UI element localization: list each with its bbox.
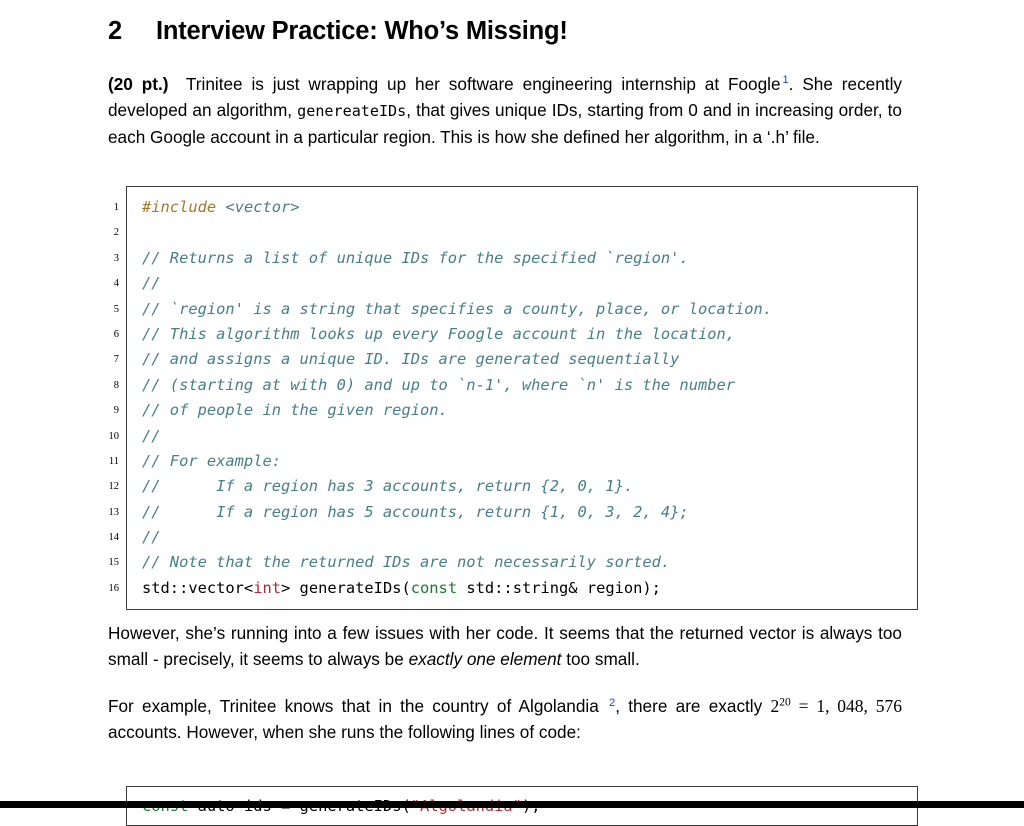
code-token-plain: > generateIDs(	[281, 578, 411, 597]
code-token-comment: // Returns a list of unique IDs for the …	[142, 248, 689, 267]
code-line-number: 16	[108, 582, 120, 594]
code-line-text: // Note that the returned IDs are not ne…	[127, 550, 917, 575]
code-line: 2	[114, 220, 917, 245]
code-line-text: std::vector<int> generateIDs(const std::…	[127, 576, 917, 601]
issues-text-part2: too small.	[561, 649, 640, 670]
code-line: 8 // (starting at with 0) and up to `n-1'…	[114, 373, 917, 398]
math-value: 1, 048, 576	[816, 696, 903, 717]
code-line-number: 2	[113, 227, 119, 239]
code-line: 10 //	[109, 424, 917, 449]
code-line-number: 14	[108, 532, 120, 544]
code-line-number: 11	[108, 455, 119, 467]
code-line: 6 // This algorithm looks up every Foogle…	[114, 322, 917, 347]
code-line-number: 8	[113, 379, 119, 391]
code-line-text: //	[127, 271, 917, 296]
code-line-text: // (starting at with 0) and up to `n-1',…	[127, 373, 917, 398]
code-token-comment: //	[142, 426, 161, 445]
footnote-ref-2[interactable]: 2	[607, 697, 615, 709]
code-token-comment: // If a region has 3 accounts, return {2…	[142, 477, 634, 496]
code-token-comment: // Note that the returned IDs are not ne…	[142, 553, 671, 572]
code-token-header: <vector>	[225, 198, 300, 216]
code-line: 12 // If a region has 3 accounts, return …	[109, 474, 917, 499]
issues-emphasis: exactly one element	[408, 649, 562, 670]
footnote-ref-1[interactable]: 1	[781, 74, 789, 86]
code-token-comment: //	[142, 528, 161, 547]
code-line-number: 12	[108, 481, 120, 493]
code-line-number: 9	[113, 405, 119, 417]
example-space	[599, 696, 607, 716]
code-line-number: 7	[113, 354, 119, 366]
code-token-plain: std::vector<	[142, 578, 254, 597]
page-bottom-bar	[0, 801, 1024, 808]
math-base: 2	[770, 696, 780, 717]
intro-paragraph: (20 pt.) Trinitee is just wrapping up he…	[108, 71, 902, 150]
code-token-pre: #include	[142, 198, 217, 216]
code-line-text: // of people in the given region.	[127, 398, 917, 423]
code-line-number: 10	[108, 430, 120, 442]
code-line-text: //	[127, 424, 917, 449]
code-line-text: // Returns a list of unique IDs for the …	[127, 246, 917, 271]
example-text-part3: accounts. However, when she runs the fol…	[108, 722, 581, 743]
code-line-text: // If a region has 5 accounts, return {1…	[127, 500, 917, 525]
code-token-comment: // `region' is a string that specifies a…	[142, 299, 773, 318]
section-title: Interview Practice: Who’s Missing!	[156, 17, 568, 45]
document-page: 2 Interview Practice: Who’s Missing! (20…	[0, 0, 1024, 826]
code-token-comment: // This algorithm looks up every Foogle …	[142, 324, 736, 343]
code-line: 11 // For example:	[109, 449, 917, 474]
code-token-type: int	[253, 578, 282, 597]
code-line: 3 // Returns a list of unique IDs for the…	[114, 246, 917, 271]
math-exponent: 20	[779, 696, 791, 709]
code-line: 4 //	[114, 271, 917, 296]
intro-text-part1	[168, 74, 185, 94]
code-listing-header: 1 #include <vector> 2 3 // Returns a list of…	[108, 186, 918, 611]
code-line-text: //	[127, 525, 917, 550]
code-token-comment: // (starting at with 0) and up to `n-1',…	[142, 375, 736, 394]
code-token-comment: //	[142, 274, 161, 293]
points-label: (20 pt.)	[108, 74, 169, 94]
code-line-text: // For example:	[127, 449, 917, 474]
intro-text-part1b: Trinitee is just wrapping up her softwar…	[185, 74, 781, 94]
math-equals: =	[790, 696, 817, 717]
code-token-comment: // of people in the given region.	[142, 401, 448, 420]
code-line-number: 5	[113, 303, 119, 315]
section-heading: 2 Interview Practice: Who’s Missing!	[108, 17, 902, 46]
code-line-text: // This algorithm looks up every Foogle …	[127, 322, 917, 347]
code-token-plain: std::string& region);	[457, 578, 661, 597]
code-line-number: 13	[108, 506, 120, 518]
code-line: 15 // Note that the returned IDs are not …	[109, 550, 917, 575]
code-line: 14 //	[109, 525, 917, 550]
code-line-number: 3	[113, 252, 119, 264]
code-line: 16 std::vector<int> generateIDs(const std…	[109, 576, 917, 601]
code-token-comment: // For example:	[142, 451, 281, 470]
code-token-comment: // and assigns a unique ID. IDs are gene…	[142, 350, 680, 369]
code-line-text: #include <vector>	[127, 195, 917, 220]
code-line: 5 // `region' is a string that specifies …	[114, 297, 917, 322]
code-line-number: 4	[113, 278, 119, 290]
code-line-text: // `region' is a string that specifies a…	[127, 297, 917, 322]
code-token-kw: const	[410, 578, 458, 597]
code-line: 9 // of people in the given region.	[114, 398, 917, 423]
example-text-part1: For example, Trinitee knows that in the …	[108, 696, 599, 717]
code-line: 1 #include <vector>	[114, 195, 917, 220]
section-number: 2	[108, 17, 122, 45]
code-line-number: 15	[108, 557, 120, 569]
code-line-text: // and assigns a unique ID. IDs are gene…	[127, 347, 917, 372]
page-content: 2 Interview Practice: Who’s Missing! (20…	[108, 0, 918, 745]
example-paragraph: For example, Trinitee knows that in the …	[108, 693, 902, 745]
inline-code-genereateids: genereateIDs	[297, 102, 407, 120]
example-text-part2: , there are exactly	[615, 696, 771, 717]
code-line: 13 // If a region has 5 accounts, return …	[109, 500, 917, 525]
code-line-text: // If a region has 3 accounts, return {2…	[127, 474, 917, 499]
issues-paragraph: However, she’s running into a few issues…	[108, 620, 902, 672]
code-token-comment: // If a region has 5 accounts, return {1…	[142, 502, 689, 521]
code-line-number: 6	[113, 328, 119, 340]
code-line-number: 1	[113, 202, 119, 213]
code-line: 7 // and assigns a unique ID. IDs are gen…	[114, 347, 917, 372]
code-listing-1: 1 #include <vector> 2 3 // Returns a list of…	[109, 186, 918, 611]
